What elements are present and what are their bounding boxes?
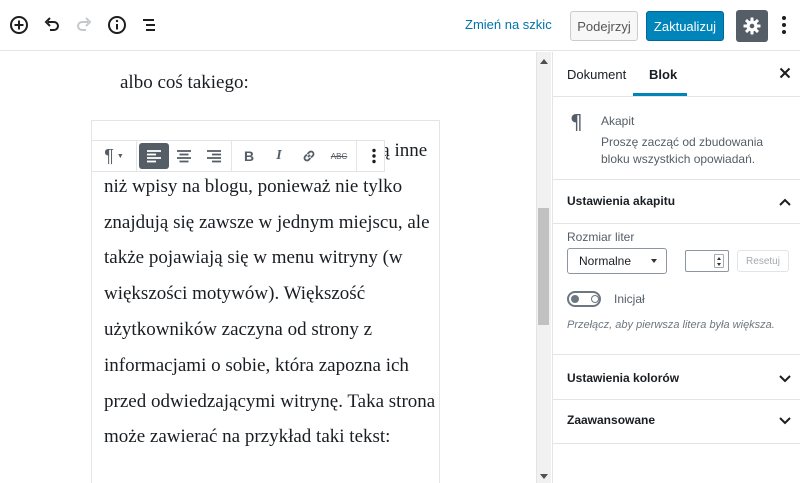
chevron-down-icon [777,371,793,387]
active-tab-indicator [633,93,687,96]
tab-document[interactable]: Dokument [567,67,626,82]
more-options-button[interactable] [359,143,389,169]
font-size-label: Rozmiar liter [567,230,635,244]
custom-font-size-input[interactable] [685,250,729,272]
chevron-up-icon [777,194,793,210]
panel-title: Ustawienia akapitu [567,194,676,208]
color-settings-toggle[interactable]: Ustawienia kolorów [553,354,800,400]
gear-icon [743,17,761,35]
paragraph-icon: ¶ [104,145,114,166]
italic-button[interactable]: I [264,143,294,169]
sidebar-tabs: Dokument Blok [553,52,800,97]
font-size-select[interactable]: Normalne [567,248,667,274]
more-vertical-icon[interactable] [776,13,792,37]
settings-sidebar: Dokument Blok ¶ Akapit Proszę zacząć od … [552,52,800,483]
scroll-down-icon[interactable] [538,471,549,481]
strikethrough-button[interactable]: ABC [324,143,354,169]
block-card-description: Proszę zacząć od zbudowania bloku wszyst… [601,135,764,166]
align-right-icon [207,150,221,163]
panel-title: Zaawansowane [567,413,656,427]
align-left-icon [147,150,161,163]
paragraph-icon: ¶ [570,110,583,134]
scrollbar-thumb[interactable] [538,208,549,325]
previous-block-text[interactable]: albo coś takiego: [120,72,249,94]
editor-canvas: albo coś takiego: To jest przykładowa st… [0,52,536,483]
panel-title: Ustawienia kolorów [567,371,680,385]
undo-icon[interactable] [40,13,64,37]
align-center-icon [177,150,191,163]
block-switcher-button[interactable]: ¶ ▼ [94,143,134,169]
drop-cap-toggle[interactable] [567,291,601,307]
redo-icon[interactable] [72,13,96,37]
chevron-down-icon [777,413,793,429]
add-block-icon[interactable] [7,13,31,37]
paragraph-text[interactable]: To jest przykładowa strona. Strony są in… [104,133,444,455]
chevron-down-icon [651,259,657,263]
preview-button[interactable]: Podejrzyj [570,11,638,41]
tab-block[interactable]: Blok [649,67,677,82]
block-toolbar: ¶ ▼ B I ABC [91,140,385,172]
align-center-button[interactable] [169,143,199,169]
link-icon [303,150,315,162]
block-card-title: Akapit [601,114,635,128]
close-icon[interactable] [777,65,793,81]
reset-font-size-button[interactable]: Resetuj [737,250,789,272]
scroll-up-icon[interactable] [538,56,549,66]
link-button[interactable] [294,143,324,169]
block-card: ¶ Akapit Proszę zacząć od zbudowania blo… [553,98,800,180]
font-size-value: Normalne [579,254,632,268]
update-button[interactable]: Zaktualizuj [646,11,724,41]
bold-button[interactable]: B [234,143,264,169]
editor-header: Zmień na szkic Podejrzyj Zaktualizuj [0,0,800,51]
toggle-knob [571,295,579,303]
more-vertical-icon [372,148,376,164]
settings-button[interactable] [736,10,768,42]
chevron-down-icon: ▼ [116,152,124,160]
drop-cap-label: Inicjał [614,292,645,306]
align-left-button[interactable] [139,143,169,169]
info-icon[interactable] [105,13,129,37]
advanced-toggle[interactable]: Zaawansowane [553,400,800,444]
switch-to-draft-link[interactable]: Zmień na szkic [465,17,552,32]
paragraph-settings-toggle[interactable]: Ustawienia akapitu [553,180,800,224]
number-spinner-icon[interactable] [714,254,724,268]
align-right-button[interactable] [199,143,229,169]
toggle-off-indicator [591,295,599,303]
outline-icon[interactable] [137,13,161,37]
drop-cap-help: Przełącz, aby pierwsza litera była więks… [567,319,775,331]
